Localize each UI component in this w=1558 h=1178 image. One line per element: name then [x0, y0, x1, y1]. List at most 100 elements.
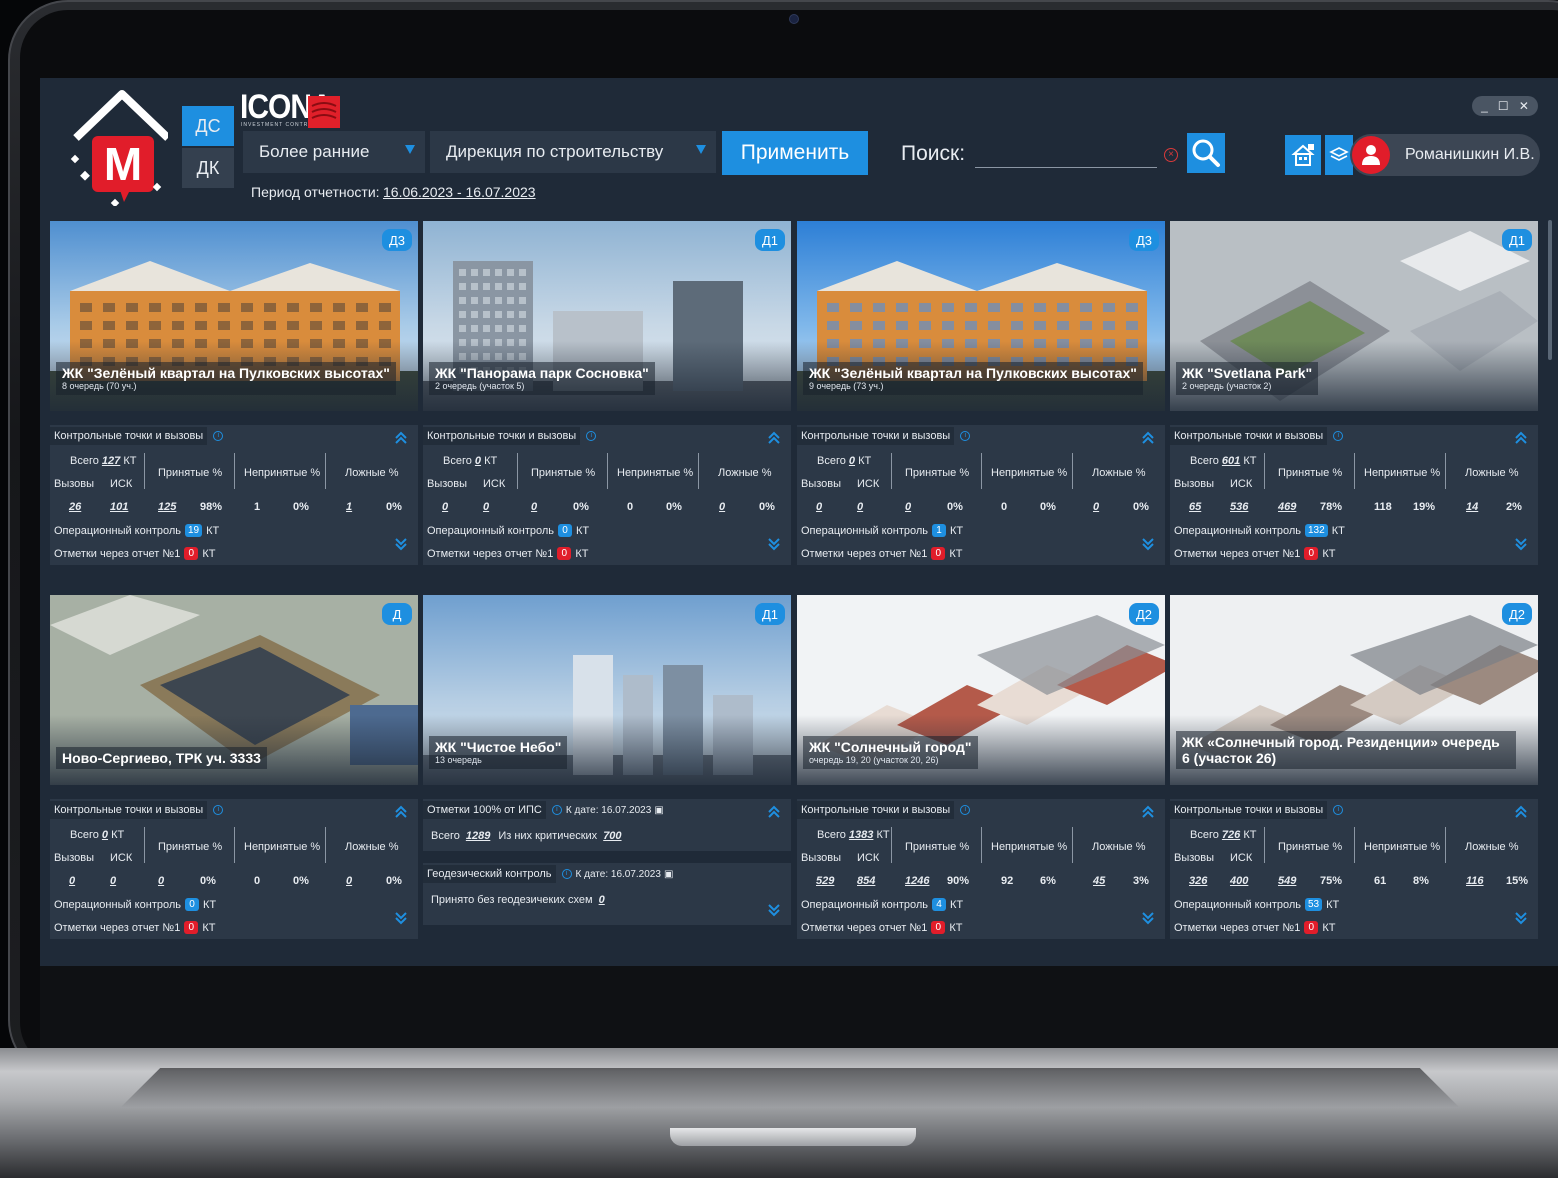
direction-select[interactable]: Дирекция по строительству	[430, 131, 716, 173]
project-card[interactable]: Д2 ЖК «Солнечный город. Резиденции» очер…	[1170, 595, 1538, 939]
op-control-count[interactable]: 19	[185, 524, 203, 537]
buildings-button[interactable]	[1285, 135, 1321, 175]
project-card[interactable]: Д Ново-Сергиево, ТРК уч. 3333 Контрольны…	[50, 595, 418, 939]
ips-critical-value[interactable]: 700	[603, 830, 621, 842]
calls-value[interactable]: 529	[816, 875, 834, 887]
collapse-chevron-icon[interactable]	[1141, 805, 1155, 819]
total-value[interactable]: 1383	[849, 829, 873, 841]
collapse-chevron-icon[interactable]	[1141, 431, 1155, 445]
total-value[interactable]: 0	[475, 455, 481, 467]
accepted-value[interactable]: 469	[1278, 501, 1296, 513]
info-icon[interactable]: i	[960, 805, 971, 815]
project-image[interactable]: Д2 ЖК "Солнечный город" очередь 19, 20 (…	[797, 595, 1165, 785]
project-image[interactable]: Д1 ЖК "Панорама парк Сосновка" 2 очередь…	[423, 221, 791, 411]
tab-dk[interactable]: ДК	[182, 148, 234, 188]
project-card[interactable]: Д3 ЖК "Зелёный квартал на Пулковских выс…	[50, 221, 418, 565]
calendar-icon[interactable]: ▣	[664, 869, 673, 880]
project-card[interactable]: Д1 ЖК "Панорама парк Сосновка" 2 очередь…	[423, 221, 791, 565]
marks-count[interactable]: 0	[557, 547, 572, 560]
project-image[interactable]: Д3 ЖК "Зелёный квартал на Пулковских выс…	[797, 221, 1165, 411]
info-icon[interactable]: i	[551, 805, 562, 815]
expand-chevron-icon[interactable]	[1514, 911, 1528, 925]
marks-count[interactable]: 0	[184, 921, 199, 934]
marks-count[interactable]: 0	[184, 547, 199, 560]
info-icon[interactable]: i	[1333, 805, 1344, 815]
period-range-link[interactable]: 16.06.2023 - 16.07.2023	[383, 184, 536, 200]
info-icon[interactable]: i	[1333, 431, 1344, 441]
marks-count[interactable]: 0	[931, 547, 946, 560]
accepted-value[interactable]: 0	[158, 875, 164, 887]
total-value[interactable]: 601	[1222, 455, 1240, 467]
op-control-count[interactable]: 53	[1305, 898, 1323, 911]
search-input[interactable]	[975, 140, 1157, 168]
expand-chevron-icon[interactable]	[394, 537, 408, 551]
expand-chevron-icon[interactable]	[1141, 537, 1155, 551]
maximize-icon[interactable]: ☐	[1498, 99, 1509, 113]
period-select[interactable]: Более ранние	[243, 131, 425, 173]
project-card[interactable]: Д1 ЖК "Svetlana Park" 2 очередь (участок…	[1170, 221, 1538, 565]
calendar-icon[interactable]: ▣	[654, 805, 663, 816]
total-value[interactable]: 726	[1222, 829, 1240, 841]
geo-row-value[interactable]: 0	[599, 894, 605, 906]
expand-chevron-icon[interactable]	[767, 537, 781, 551]
total-value[interactable]: 0	[102, 829, 108, 841]
false-value[interactable]: 116	[1466, 875, 1484, 887]
info-icon[interactable]: i	[960, 431, 971, 441]
project-card[interactable]: Д1 ЖК "Чистое Небо" 13 очередь Отметки 1…	[423, 595, 791, 925]
info-icon[interactable]: i	[213, 431, 224, 441]
project-image[interactable]: Д3 ЖК "Зелёный квартал на Пулковских выс…	[50, 221, 418, 411]
apply-button[interactable]: Применить	[722, 131, 868, 175]
op-control-count[interactable]: 0	[185, 898, 199, 911]
project-image[interactable]: Д2 ЖК «Солнечный город. Резиденции» очер…	[1170, 595, 1538, 785]
accepted-value[interactable]: 1246	[905, 875, 929, 887]
minimize-icon[interactable]: _	[1481, 99, 1488, 113]
false-value[interactable]: 0	[719, 501, 725, 513]
isk-value[interactable]: 0	[483, 501, 489, 513]
false-value[interactable]: 14	[1466, 501, 1478, 513]
isk-value[interactable]: 101	[110, 501, 128, 513]
expand-chevron-icon[interactable]	[767, 903, 781, 917]
project-card[interactable]: Д2 ЖК "Солнечный город" очередь 19, 20 (…	[797, 595, 1165, 939]
isk-value[interactable]: 854	[857, 875, 875, 887]
user-menu[interactable]: Романишкин И.В.	[1350, 134, 1540, 176]
isk-value[interactable]: 400	[1230, 875, 1248, 887]
expand-chevron-icon[interactable]	[1514, 537, 1528, 551]
project-card[interactable]: Д3 ЖК "Зелёный квартал на Пулковских выс…	[797, 221, 1165, 565]
collapse-chevron-icon[interactable]	[394, 805, 408, 819]
marks-count[interactable]: 0	[931, 921, 946, 934]
calls-value[interactable]: 0	[442, 501, 448, 513]
total-value[interactable]: 127	[102, 455, 120, 467]
marks-count[interactable]: 0	[1304, 547, 1319, 560]
info-icon[interactable]: i	[561, 869, 572, 879]
scrollbar[interactable]	[1548, 220, 1552, 360]
accepted-value[interactable]: 125	[158, 501, 176, 513]
isk-value[interactable]: 536	[1230, 501, 1248, 513]
close-icon[interactable]: ✕	[1519, 99, 1529, 113]
total-value[interactable]: 0	[849, 455, 855, 467]
false-value[interactable]: 45	[1093, 875, 1105, 887]
calls-value[interactable]: 0	[69, 875, 75, 887]
isk-value[interactable]: 0	[857, 501, 863, 513]
false-value[interactable]: 0	[346, 875, 352, 887]
project-image[interactable]: Д Ново-Сергиево, ТРК уч. 3333	[50, 595, 418, 785]
op-control-count[interactable]: 1	[932, 524, 946, 537]
false-value[interactable]: 0	[1093, 501, 1099, 513]
calls-value[interactable]: 26	[69, 501, 81, 513]
expand-chevron-icon[interactable]	[394, 911, 408, 925]
collapse-chevron-icon[interactable]	[767, 805, 781, 819]
tab-ds[interactable]: ДС	[182, 106, 234, 146]
calls-value[interactable]: 65	[1189, 501, 1201, 513]
project-image[interactable]: Д1 ЖК "Чистое Небо" 13 очередь	[423, 595, 791, 785]
op-control-count[interactable]: 0	[558, 524, 572, 537]
accepted-value[interactable]: 0	[905, 501, 911, 513]
accepted-value[interactable]: 549	[1278, 875, 1296, 887]
calls-value[interactable]: 326	[1189, 875, 1207, 887]
collapse-chevron-icon[interactable]	[394, 431, 408, 445]
info-icon[interactable]: i	[586, 431, 597, 441]
isk-value[interactable]: 0	[110, 875, 116, 887]
clear-search-icon[interactable]: ×	[1164, 148, 1178, 162]
calls-value[interactable]: 0	[816, 501, 822, 513]
search-button[interactable]	[1187, 133, 1225, 173]
collapse-chevron-icon[interactable]	[1514, 805, 1528, 819]
accepted-value[interactable]: 0	[531, 501, 537, 513]
